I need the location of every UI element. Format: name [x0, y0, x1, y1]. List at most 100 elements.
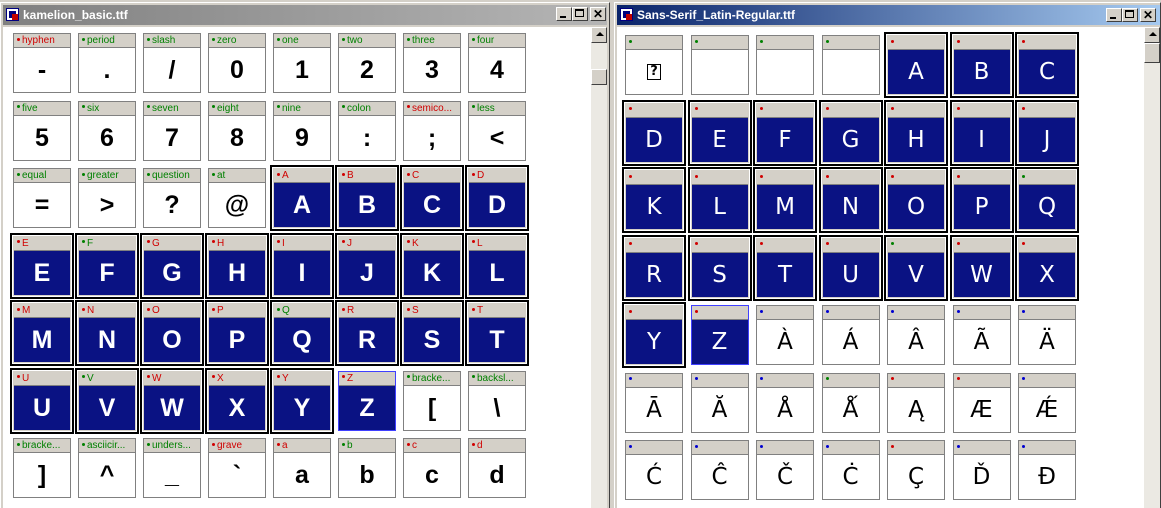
glyph-cell[interactable]: Ä [1018, 305, 1076, 365]
glyph-cell[interactable]: Ď [952, 440, 1011, 500]
glyph-cell[interactable]: NN [75, 300, 139, 366]
close-icon[interactable]: ✕ [1140, 8, 1156, 22]
glyph-cell[interactable]: Č [756, 440, 814, 500]
glyph-cell[interactable]: MM [10, 300, 74, 366]
glyph-cell[interactable]: five 5 [13, 100, 71, 161]
glyph-cell[interactable]: unders... _ [143, 438, 201, 498]
glyph-cell[interactable]: Ç [887, 440, 945, 500]
glyph-cell[interactable]: Å [756, 372, 814, 433]
scroll-thumb[interactable] [591, 69, 607, 85]
glyph-cell[interactable]: PP [205, 300, 269, 366]
glyph-cell[interactable]: backsl... \ [468, 370, 526, 431]
glyph-cell[interactable]: slash / [143, 33, 201, 93]
glyph-cell[interactable]: six 6 [78, 100, 136, 161]
glyph-cell[interactable]: VV [75, 367, 139, 434]
glyph-cell[interactable]: Æ [952, 372, 1011, 433]
glyph-cell[interactable]: K [622, 167, 686, 233]
glyph-cell[interactable]: C [1015, 32, 1079, 98]
glyph-cell[interactable]: Ã [952, 305, 1011, 365]
scroll-up-button[interactable] [591, 27, 607, 43]
glyph-cell[interactable]: CC [400, 165, 464, 231]
glyph-cell[interactable] [756, 35, 814, 95]
glyph-cell[interactable]: DD [465, 165, 529, 231]
close-icon[interactable]: ✕ [590, 7, 606, 21]
glyph-cell[interactable]: Đ [1018, 440, 1076, 500]
glyph-cell[interactable]: G [818, 99, 883, 166]
glyph-cell[interactable]: GG [140, 232, 204, 299]
glyph-cell[interactable]: Ċ [821, 440, 880, 500]
glyph-cell[interactable]: two 2 [338, 33, 396, 93]
glyph-cell[interactable]: JJ [335, 232, 399, 299]
glyph-cell[interactable]: zero 0 [208, 33, 266, 93]
glyph-cell[interactable]: FF [75, 232, 139, 299]
glyph-cell[interactable]: equal = [13, 168, 71, 228]
glyph-cell[interactable]: greater > [78, 168, 136, 228]
glyph-cell[interactable] [690, 35, 749, 95]
glyph-cell[interactable]: LL [465, 232, 529, 299]
glyph-cell[interactable]: A [884, 32, 948, 98]
glyph-cell[interactable]: nine 9 [273, 100, 331, 161]
vertical-scrollbar[interactable] [1144, 27, 1160, 508]
glyph-cell[interactable]: less < [468, 100, 526, 161]
glyph-cell[interactable]: J [1015, 99, 1079, 166]
glyph-cell[interactable]: dd [468, 438, 526, 498]
glyph-cell[interactable]: bracke...] [13, 438, 71, 498]
glyph-cell[interactable]: three 3 [403, 33, 461, 93]
glyph-cell[interactable]: Q [1015, 167, 1079, 233]
glyph-cell[interactable]: eight 8 [208, 100, 266, 161]
glyph-cell[interactable]: W [949, 234, 1014, 301]
glyph-cell[interactable] [821, 35, 880, 95]
glyph-cell[interactable]: grave ` [208, 438, 266, 498]
glyph-cell[interactable]: O [884, 167, 948, 233]
scroll-thumb[interactable] [1144, 43, 1160, 63]
glyph-cell[interactable]: L [687, 167, 752, 233]
glyph-cell[interactable]: F [753, 99, 817, 166]
window-titlebar[interactable]: Sans-Serif_Latin-Regular.ttf ✕ [617, 5, 1160, 25]
minimize-button[interactable] [1106, 8, 1122, 22]
glyph-cell[interactable]: U [818, 234, 883, 301]
glyph-cell[interactable]: SS [400, 300, 464, 366]
vertical-scrollbar[interactable] [591, 27, 607, 508]
glyph-cell[interactable]: Á [821, 305, 880, 365]
glyph-cell[interactable]: Ĉ [690, 440, 749, 500]
scroll-up-button[interactable] [1144, 27, 1160, 43]
glyph-cell[interactable]: YY [270, 367, 334, 434]
glyph-cell[interactable]: WW [140, 367, 204, 434]
maximize-button[interactable] [1122, 8, 1138, 22]
glyph-cell[interactable]: period. [78, 33, 136, 93]
glyph-cell[interactable]: I [949, 99, 1014, 166]
glyph-cell[interactable]: À [756, 305, 814, 365]
glyph-cell[interactable]: Y [622, 302, 686, 368]
glyph-cell[interactable]: cc [403, 438, 461, 498]
glyph-cell[interactable]: S [687, 234, 752, 301]
maximize-button[interactable] [572, 7, 588, 21]
glyph-cell[interactable]: H [884, 99, 948, 166]
minimize-button[interactable] [556, 7, 572, 21]
glyph-cell[interactable]: at @ [208, 168, 266, 228]
glyph-cell[interactable]: Ă [690, 372, 749, 433]
glyph-cell[interactable]: QQ [270, 300, 334, 366]
glyph-cell[interactable]: Ā [625, 372, 683, 433]
glyph-cell[interactable]: Ą [887, 372, 945, 433]
glyph-cell[interactable]: N [818, 167, 883, 233]
glyph-cell[interactable]: TT [465, 300, 529, 366]
glyph-cell[interactable]: KK [400, 232, 464, 299]
glyph-cell[interactable]: D [622, 99, 686, 166]
glyph-cell[interactable]: RR [335, 300, 399, 366]
glyph-cell[interactable]: T [753, 234, 817, 301]
glyph-cell[interactable]: OO [140, 300, 204, 366]
glyph-cell[interactable]: AA [270, 165, 334, 231]
glyph-cell[interactable]: four 4 [468, 33, 526, 93]
glyph-cell[interactable]: M [753, 167, 817, 233]
glyph-cell[interactable]: X [1015, 234, 1079, 301]
glyph-cell[interactable]: Ǽ [1018, 372, 1076, 433]
glyph-cell[interactable]: V [884, 234, 948, 301]
glyph-cell[interactable]: UU [10, 367, 74, 434]
glyph-cell[interactable]: B [949, 32, 1014, 98]
glyph-cell[interactable]: asciicir... ^ [78, 438, 136, 498]
glyph-cell[interactable]: ? [625, 35, 683, 95]
glyph-cell[interactable]: BB [335, 165, 399, 231]
glyph-cell[interactable]: ZZ [338, 370, 396, 431]
glyph-cell[interactable]: XX [205, 367, 269, 434]
window-titlebar[interactable]: kamelion_basic.ttf [3, 5, 607, 25]
